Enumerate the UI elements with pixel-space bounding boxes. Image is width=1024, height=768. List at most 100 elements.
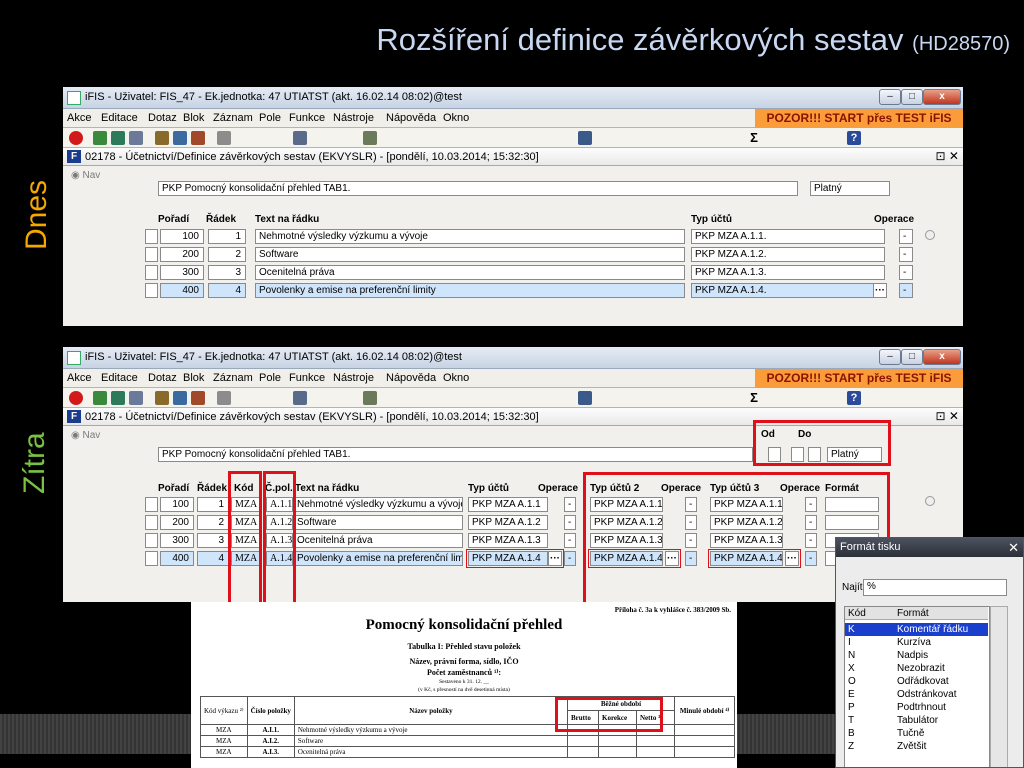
typ-field[interactable]: PKP MZA A.1.3 — [468, 533, 548, 548]
format-list-item[interactable]: X Nezobrazit — [845, 662, 988, 675]
delete-record-icon[interactable] — [111, 131, 125, 145]
radek-field[interactable]: 4 — [197, 551, 229, 566]
cancel-query-icon[interactable] — [173, 391, 187, 405]
format-list-item[interactable]: E Odstránkovat — [845, 688, 988, 701]
menu-blok[interactable]: Blok — [183, 372, 204, 384]
lov-button[interactable]: ··· — [873, 283, 887, 298]
calculator-icon[interactable] — [578, 131, 592, 145]
row-selector[interactable] — [145, 497, 158, 512]
text-field[interactable]: Ocenitelná práva — [293, 533, 463, 548]
close-button[interactable]: x — [923, 89, 961, 105]
radek-field[interactable]: 1 — [208, 229, 246, 244]
menu-dotaz[interactable]: Dotaz — [148, 372, 177, 384]
help-icon[interactable]: ? — [847, 131, 861, 145]
format-list-item[interactable]: I Kurzíva — [845, 636, 988, 649]
row-selector[interactable] — [145, 551, 158, 566]
operace-field[interactable]: - — [899, 247, 913, 262]
execute-query-icon[interactable] — [155, 391, 169, 405]
row-selector[interactable] — [145, 229, 158, 244]
text-field[interactable]: Povolenky a emise na preferenční limity — [255, 283, 685, 298]
form-controls[interactable]: ⊡ ✕ — [936, 149, 959, 163]
typ-field[interactable]: PKP MZA A.1.1 — [468, 497, 548, 512]
find-input[interactable]: % — [863, 579, 1007, 596]
radek-field[interactable]: 1 — [197, 497, 229, 512]
text-field[interactable]: Povolenky a emise na preferenční limity — [293, 551, 463, 566]
typ-field[interactable]: PKP MZA A.1.2. — [691, 247, 885, 262]
row-selector[interactable] — [145, 283, 158, 298]
menu-editace[interactable]: Editace — [101, 112, 138, 124]
text-field[interactable]: Ocenitelná práva — [255, 265, 685, 280]
menu-funkce[interactable]: Funkce — [289, 372, 325, 384]
scroll-up-icon[interactable] — [925, 496, 935, 506]
insert-record-icon[interactable] — [93, 391, 107, 405]
format-list-item[interactable]: K Komentář řádku — [845, 623, 988, 636]
text-field[interactable]: Nehmotné výsledky výzkumu a vývoje — [293, 497, 463, 512]
operace-field[interactable]: - — [564, 497, 576, 512]
query-icon[interactable] — [129, 391, 143, 405]
poradi-field[interactable]: 400 — [160, 551, 194, 566]
menu-akce[interactable]: Akce — [67, 372, 91, 384]
operace-field[interactable]: - — [899, 229, 913, 244]
save-icon[interactable] — [363, 391, 377, 405]
form-controls[interactable]: ⊡ ✕ — [936, 409, 959, 423]
popup-scrollbar[interactable] — [990, 606, 1008, 767]
poradi-field[interactable]: 200 — [160, 247, 204, 262]
poradi-field[interactable]: 100 — [160, 229, 204, 244]
format-list-item[interactable]: O Odřádkovat — [845, 675, 988, 688]
exit-icon[interactable] — [69, 391, 83, 405]
delete-record-icon[interactable] — [111, 391, 125, 405]
menu-napoveda[interactable]: Nápověda — [386, 112, 436, 124]
operace-field[interactable]: - — [899, 265, 913, 280]
save-icon[interactable] — [363, 131, 377, 145]
format-list-item[interactable]: N Nadpis — [845, 649, 988, 662]
print-icon[interactable] — [293, 131, 307, 145]
close-button[interactable]: x — [923, 349, 961, 365]
menu-zaznam[interactable]: Záznam — [213, 372, 253, 384]
radek-field[interactable]: 3 — [208, 265, 246, 280]
cancel-query-icon[interactable] — [173, 131, 187, 145]
row-selector[interactable] — [145, 265, 158, 280]
menu-napoveda[interactable]: Nápověda — [386, 372, 436, 384]
poradi-field[interactable]: 100 — [160, 497, 194, 512]
row-selector[interactable] — [145, 247, 158, 262]
execute-query-icon[interactable] — [155, 131, 169, 145]
calculator-icon[interactable] — [578, 391, 592, 405]
text-field[interactable]: Software — [293, 515, 463, 530]
menu-pole[interactable]: Pole — [259, 372, 281, 384]
operace-field[interactable]: - — [899, 283, 913, 298]
menu-pole[interactable]: Pole — [259, 112, 281, 124]
exit-icon[interactable] — [69, 131, 83, 145]
poradi-field[interactable]: 400 — [160, 283, 204, 298]
filter-icon[interactable] — [217, 131, 231, 145]
typ-field[interactable]: PKP MZA A.1.1. — [691, 229, 885, 244]
poradi-field[interactable]: 200 — [160, 515, 194, 530]
nav-radio[interactable]: ◉ Nav — [71, 170, 100, 181]
sestava-field[interactable]: PKP Pomocný konsolidační přehled TAB1. — [158, 181, 798, 196]
menu-nastroje[interactable]: Nástroje — [333, 372, 374, 384]
query-icon[interactable] — [129, 131, 143, 145]
menu-dotaz[interactable]: Dotaz — [148, 112, 177, 124]
typ-field[interactable]: PKP MZA A.1.4. — [691, 283, 885, 298]
text-field[interactable]: Nehmotné výsledky výzkumu a vývoje — [255, 229, 685, 244]
format-list-item[interactable]: P Podtrhnout — [845, 701, 988, 714]
text-field[interactable]: Software — [255, 247, 685, 262]
menu-blok[interactable]: Blok — [183, 112, 204, 124]
insert-record-icon[interactable] — [93, 131, 107, 145]
typ-field[interactable]: PKP MZA A.1.2 — [468, 515, 548, 530]
sum-icon[interactable]: Σ — [747, 131, 761, 145]
menu-editace[interactable]: Editace — [101, 372, 138, 384]
minimize-button[interactable]: – — [879, 89, 901, 105]
filter-icon[interactable] — [217, 391, 231, 405]
operace-field[interactable]: - — [564, 515, 576, 530]
nav-radio[interactable]: ◉ Nav — [71, 430, 100, 441]
menu-funkce[interactable]: Funkce — [289, 112, 325, 124]
menu-okno[interactable]: Okno — [443, 112, 469, 124]
row-selector[interactable] — [145, 533, 158, 548]
row-selector[interactable] — [145, 515, 158, 530]
sum-icon[interactable]: Σ — [747, 391, 761, 405]
sestava-field[interactable]: PKP Pomocný konsolidační přehled TAB1. — [158, 447, 753, 462]
print-icon[interactable] — [293, 391, 307, 405]
radek-field[interactable]: 4 — [208, 283, 246, 298]
sort-icon[interactable] — [191, 391, 205, 405]
poradi-field[interactable]: 300 — [160, 265, 204, 280]
